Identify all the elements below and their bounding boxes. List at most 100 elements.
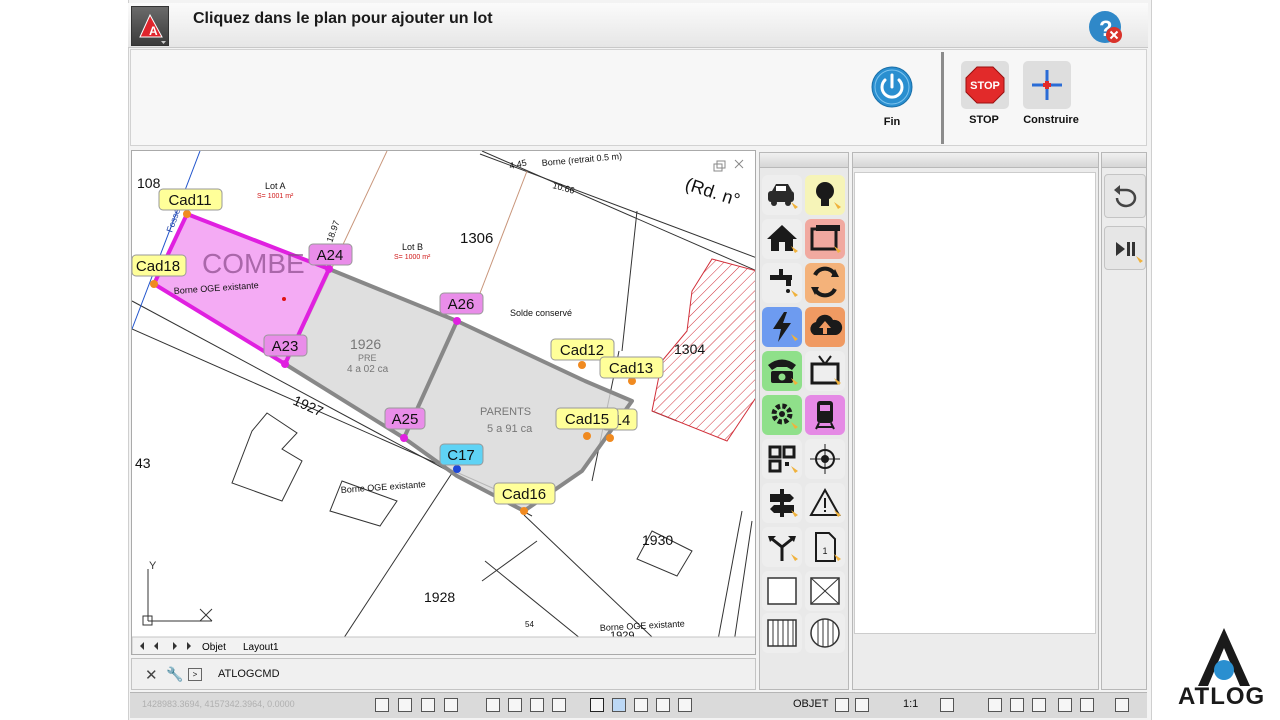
ucs-y-label: Y (149, 560, 157, 572)
fin-label: Fin (883, 116, 901, 128)
empty-square-icon[interactable] (762, 571, 802, 611)
annotation-scale[interactable]: 1:1 (903, 698, 918, 710)
side-controls-header[interactable] (1102, 153, 1146, 168)
tv-icon[interactable] (805, 351, 845, 391)
parcel-number-108: 108 (137, 175, 161, 191)
layout-icon-2[interactable] (855, 698, 869, 712)
window-title: Cliquez dans le plan pour ajouter un lot (193, 10, 493, 27)
parents-area: 5 a 91 ca (487, 423, 533, 435)
grid-icon[interactable] (398, 698, 412, 712)
lightbulb-icon[interactable] (805, 175, 845, 215)
split-arrow-icon[interactable] (762, 527, 802, 567)
annotation-visibility-icon[interactable] (940, 698, 954, 712)
telephone-icon[interactable] (762, 351, 802, 391)
wrench-icon[interactable]: 🔧 (166, 666, 183, 683)
lineweight-icon[interactable] (590, 698, 604, 712)
ucs-icon (142, 569, 213, 626)
label-a25[interactable]: A25 (392, 411, 419, 428)
lot-a-label: Lot A (265, 181, 286, 191)
label-a23[interactable]: A23 (272, 338, 299, 355)
hatched-square-icon[interactable] (762, 613, 802, 653)
document-icon[interactable]: 1 (805, 527, 845, 567)
viewport-controls[interactable] (713, 159, 744, 172)
label-cad12[interactable]: Cad12 (560, 342, 604, 359)
dynucs-icon[interactable] (530, 698, 544, 712)
label-cad15[interactable]: Cad15 (565, 411, 609, 428)
ortho-icon[interactable] (421, 698, 435, 712)
construire-button[interactable] (1023, 61, 1071, 109)
lock-icon[interactable] (1010, 698, 1024, 712)
stop-sign-icon: STOP (965, 66, 1005, 104)
command-text[interactable]: ATLOGCMD (218, 668, 280, 680)
dimension-4-45: 4.45 (508, 158, 527, 171)
units-icon[interactable] (678, 698, 692, 712)
label-cad18[interactable]: Cad18 (136, 258, 180, 275)
borne-oge-text-2: Borne OGE existante (340, 479, 426, 495)
fullscreen-icon[interactable] (1115, 698, 1129, 712)
transparency-icon[interactable] (612, 698, 626, 712)
help-close-button[interactable]: ? (1087, 11, 1125, 45)
properties-content[interactable] (854, 172, 1096, 634)
label-a26[interactable]: A26 (448, 296, 475, 313)
solde-conserve-text: Solde conservé (510, 308, 572, 318)
undo-icon (1114, 185, 1137, 208)
window-icon[interactable] (805, 219, 845, 259)
label-cad13[interactable]: Cad13 (609, 360, 653, 377)
parcel-number-54: 54 (525, 620, 534, 629)
play-pause-button[interactable] (1104, 226, 1146, 270)
construire-label: Construire (1023, 114, 1079, 126)
svg-text:1: 1 (822, 546, 827, 556)
cloud-upload-icon[interactable] (805, 307, 845, 347)
selection-cycling-icon[interactable] (634, 698, 648, 712)
fin-button[interactable] (870, 65, 914, 112)
stop-icon-text: STOP (970, 80, 1000, 92)
borne-retrait-text: Borne (retrait 0.5 m) (541, 151, 622, 168)
tab-layout1[interactable]: Layout1 (243, 642, 279, 653)
label-cad16[interactable]: Cad16 (502, 486, 546, 503)
parcel-number-43: 43 (135, 455, 151, 471)
lightbulb-status-icon[interactable] (1080, 698, 1094, 712)
lot-centroid (282, 297, 286, 301)
command-line[interactable]: ✕ 🔧 > ATLOGCMD (131, 658, 756, 690)
layout-icon-1[interactable] (835, 698, 849, 712)
workspace-gear-icon[interactable] (988, 698, 1002, 712)
water-tap-icon[interactable] (762, 263, 802, 303)
parents-text: PARENTS (480, 406, 531, 418)
recycle-icon[interactable] (805, 263, 845, 303)
stop-button[interactable]: STOP (961, 61, 1009, 109)
properties-header[interactable] (853, 153, 1098, 168)
model-space-label[interactable]: OBJET (793, 698, 828, 710)
warning-icon[interactable] (805, 483, 845, 523)
application-menu-button[interactable]: A (131, 6, 169, 46)
dyn-icon[interactable] (552, 698, 566, 712)
tab-objet[interactable]: Objet (202, 642, 226, 653)
polar-icon[interactable] (444, 698, 458, 712)
annotation-monitor-icon[interactable] (656, 698, 670, 712)
label-a24[interactable]: A24 (317, 247, 344, 264)
car-icon[interactable] (762, 175, 802, 215)
signpost-icon[interactable] (762, 483, 802, 523)
gear-icon[interactable] (762, 395, 802, 435)
target-icon[interactable] (805, 439, 845, 479)
power-icon (871, 66, 913, 108)
crossed-square-icon[interactable] (805, 571, 845, 611)
isolate-icon[interactable] (1058, 698, 1072, 712)
house-icon[interactable] (762, 219, 802, 259)
train-icon[interactable] (805, 395, 845, 435)
qr-grid-icon[interactable] (762, 439, 802, 479)
command-prompt-icon: > (188, 668, 202, 681)
close-command-icon[interactable]: ✕ (145, 666, 158, 684)
label-c17[interactable]: C17 (447, 447, 475, 464)
hardware-icon[interactable] (1032, 698, 1046, 712)
drawing-canvas[interactable]: 108 43 Lot A S= 1001 m² Lot B S= 1000 m²… (131, 150, 756, 655)
otrack-icon[interactable] (508, 698, 522, 712)
label-cad11[interactable]: Cad11 (168, 192, 211, 209)
undo-button[interactable] (1104, 174, 1146, 218)
lightning-icon[interactable] (762, 307, 802, 347)
hatched-circle-icon[interactable] (805, 613, 845, 653)
palette-header[interactable] (760, 153, 848, 168)
osnap-icon[interactable] (486, 698, 500, 712)
status-bar: 1428983.3694, 4157342.3964, 0.0000 OBJET… (130, 692, 1147, 718)
snap-icon[interactable] (375, 698, 389, 712)
cadastral-plan[interactable]: 108 43 Lot A S= 1001 m² Lot B S= 1000 m²… (132, 151, 756, 655)
